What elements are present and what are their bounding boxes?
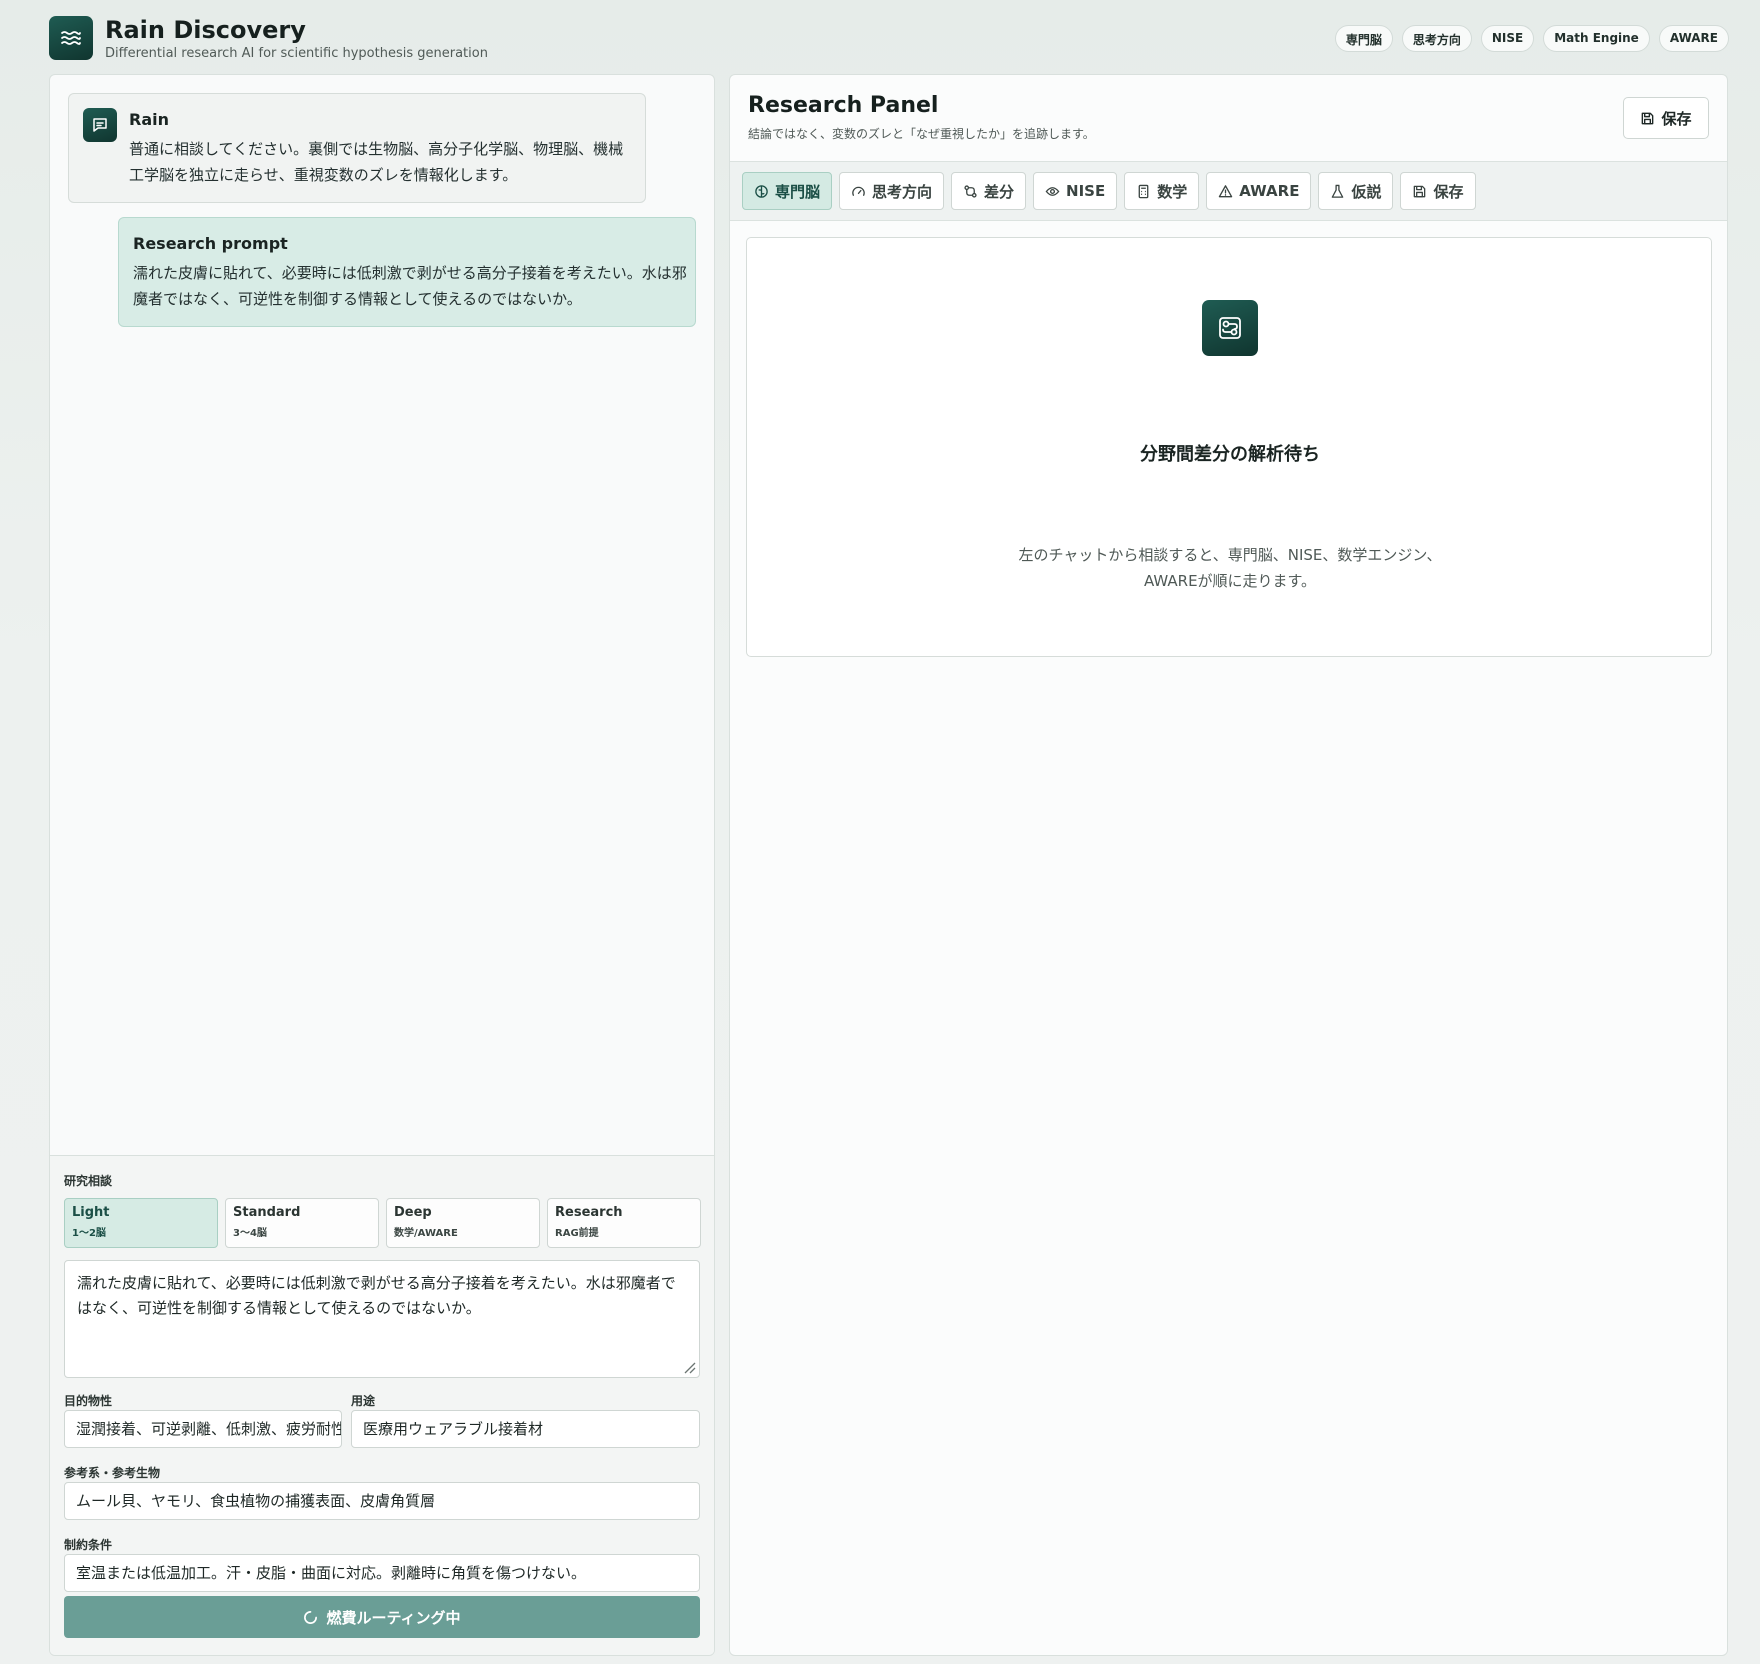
header-chip-thinking-direction[interactable]: 思考方向 [1401,25,1472,52]
message-text: 濡れた皮膚に貼れて、必要時には低刺激で剥がせる高分子接着を考えたい。水は邪魔者で… [133,264,687,308]
research-prompt-message: Research prompt 濡れた皮膚に貼れて、必要時には低刺激で剥がせる高… [118,217,696,327]
composer-section-label: 研究相談 [64,1174,113,1188]
empty-state-text: 左のチャットから相談すると、専門脳、NISE、数学エンジン、 AWAREが順に走… [747,542,1713,594]
constraint-label: 制約条件 [64,1538,113,1552]
chat-panel: Rain 普通に相談してください。裏側では生物脳、高分子化学脳、物理脳、機械工学… [49,74,715,1656]
app-title: Rain Discovery [105,16,306,44]
header-chip-aware[interactable]: AWARE [1658,25,1729,52]
tab-label: 専門脳 [775,182,821,201]
mode-sub: RAG前提 [555,1228,599,1239]
research-panel-title: Research Panel [748,93,939,118]
save-label: 保存 [1661,109,1692,128]
mode-name: Light [72,1205,110,1220]
submit-button[interactable]: 燃費ルーティング中 [64,1596,700,1638]
app-subtitle: Differential research AI for scientific … [105,46,488,61]
eye-icon [1045,186,1060,196]
header-chip-list: 専門脳 思考方向 NISE Math Engine AWARE [1334,25,1729,52]
constraint-input[interactable]: 室温または低温加工。汗・皮脂・曲面に対応。剥離時に角質を傷つけない。 [64,1554,700,1592]
mode-name: Deep [394,1205,432,1220]
tab-save[interactable]: 保存 [1400,172,1476,210]
mode-deep[interactable]: Deep 数学/AWARE [386,1198,540,1248]
tab-label: 思考方向 [872,182,933,201]
waves-logo-icon [49,16,93,60]
mode-sub: 1〜2脳 [72,1228,106,1239]
loading-spinner-icon [304,1610,318,1624]
calculator-icon [1138,184,1149,198]
target-properties-input[interactable]: 湿潤接着、可逆剥離、低刺激、疲労耐性 [64,1410,342,1448]
message-text: 普通に相談してください。裏側では生物脳、高分子化学脳、物理脳、機械工学脳を独立に… [129,140,624,184]
research-composer: 研究相談 Light 1〜2脳 Standard 3〜4脳 Deep 数学/AW… [50,1155,714,1655]
header-chip-nise[interactable]: NISE [1480,25,1535,52]
git-compare-icon [964,184,977,198]
research-panel: Research Panel 結論ではなく、変数のズレと「なぜ重視したか」を追跡… [729,74,1728,1656]
message-author: Rain [129,110,169,129]
brain-icon [755,184,768,198]
save-button[interactable]: 保存 [1623,97,1709,139]
save-icon [1642,112,1654,124]
tab-label: 保存 [1433,182,1464,201]
tab-label: 仮説 [1351,182,1382,201]
resize-handle-icon[interactable] [682,1360,696,1374]
mode-research[interactable]: Research RAG前提 [547,1198,701,1248]
mode-name: Standard [233,1205,301,1220]
tab-expert-brain[interactable]: 専門脳 [742,172,833,210]
mode-sub: 3〜4脳 [233,1228,267,1239]
gauge-icon [852,186,865,196]
mode-sub: 数学/AWARE [394,1228,458,1239]
tab-label: AWARE [1239,182,1300,200]
tab-label: NISE [1066,182,1106,200]
reference-label: 参考系・参考生物 [64,1466,161,1480]
header-chip-math-engine[interactable]: Math Engine [1543,25,1650,52]
research-panel-subtitle: 結論ではなく、変数のズレと「なぜ重視したか」を追跡します。 [748,127,1095,141]
empty-state-card: 分野間差分の解析待ち 左のチャットから相談すると、専門脳、NISE、数学エンジン… [746,237,1712,657]
tab-thinking-direction[interactable]: 思考方向 [839,172,945,210]
tab-nise[interactable]: NISE [1033,172,1118,210]
warning-icon [1219,184,1233,197]
tab-aware[interactable]: AWARE [1206,172,1312,210]
flask-icon [1332,184,1344,198]
submit-label: 燃費ルーティング中 [326,1608,461,1627]
empty-state-line-1: 左のチャットから相談すると、専門脳、NISE、数学エンジン、 [1018,546,1442,564]
mode-selector: Light 1〜2脳 Standard 3〜4脳 Deep 数学/AWARE R… [64,1198,701,1248]
mode-light[interactable]: Light 1〜2脳 [64,1198,218,1248]
app-header: Rain Discovery Differential research AI … [49,16,1729,62]
mode-name: Research [555,1205,623,1220]
research-tab-bar: 専門脳 思考方向 差分 NISE 数学 AWARE 仮説 保存 [730,161,1727,221]
empty-state-line-2: AWAREが順に走ります。 [1143,572,1317,590]
workflow-icon [1202,300,1258,356]
target-properties-label: 目的物性 [64,1394,113,1408]
prompt-textarea[interactable]: 濡れた皮膚に貼れて、必要時には低刺激で剥がせる高分子接着を考えたい。水は邪魔者で… [64,1260,700,1378]
tab-diff[interactable]: 差分 [951,172,1027,210]
tab-math[interactable]: 数学 [1124,172,1200,210]
chat-bubble-icon [83,108,117,142]
use-label: 用途 [351,1394,376,1408]
tab-label: 差分 [984,182,1015,201]
empty-state-title: 分野間差分の解析待ち [1140,444,1320,465]
use-input[interactable]: 医療用ウェアラブル接着材 [351,1410,700,1448]
tab-label: 数学 [1157,182,1188,201]
mode-standard[interactable]: Standard 3〜4脳 [225,1198,379,1248]
message-author: Research prompt [133,234,288,253]
reference-input[interactable]: ムール貝、ヤモリ、食虫植物の捕獲表面、皮膚角質層 [64,1482,700,1520]
rain-message: Rain 普通に相談してください。裏側では生物脳、高分子化学脳、物理脳、機械工学… [68,93,646,203]
header-chip-expert-brain[interactable]: 専門脳 [1334,25,1393,52]
save-icon [1414,185,1426,197]
tab-hypothesis[interactable]: 仮説 [1318,172,1394,210]
